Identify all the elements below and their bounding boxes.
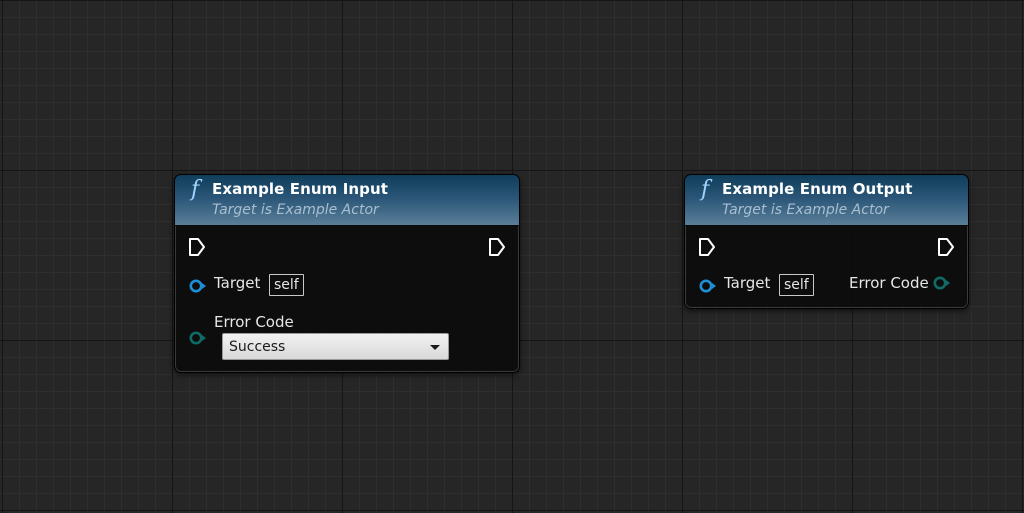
error-code-enum-pin-icon[interactable] xyxy=(189,331,207,345)
node-subtitle: Target is Example Actor xyxy=(212,202,379,218)
target-default-value[interactable]: self xyxy=(779,274,814,296)
node-header[interactable]: f Example Enum Input Target is Example A… xyxy=(175,175,519,226)
node-example-enum-input[interactable]: f Example Enum Input Target is Example A… xyxy=(174,174,520,373)
error-code-pin-label: Error Code xyxy=(849,274,929,292)
error-code-selected-value: Success xyxy=(229,339,286,355)
error-code-enum-output-pin-icon[interactable] xyxy=(933,276,951,290)
node-subtitle: Target is Example Actor xyxy=(722,202,889,218)
target-pin-label: Target xyxy=(724,274,771,292)
function-icon: f xyxy=(701,177,710,202)
function-icon: f xyxy=(191,177,200,202)
target-object-pin-icon[interactable] xyxy=(189,279,207,293)
chevron-down-icon xyxy=(430,345,440,350)
exec-output-pin-icon[interactable] xyxy=(936,237,956,257)
exec-input-pin-icon[interactable] xyxy=(697,237,717,257)
target-default-value[interactable]: self xyxy=(269,274,304,296)
error-code-dropdown[interactable]: Success xyxy=(222,333,449,360)
error-code-pin-label: Error Code xyxy=(214,313,294,331)
target-object-pin-icon[interactable] xyxy=(699,279,717,293)
target-pin-label: Target xyxy=(214,274,261,292)
node-example-enum-output[interactable]: f Example Enum Output Target is Example … xyxy=(684,174,969,309)
exec-input-pin-icon[interactable] xyxy=(187,237,207,257)
exec-output-pin-icon[interactable] xyxy=(487,237,507,257)
node-header[interactable]: f Example Enum Output Target is Example … xyxy=(685,175,968,226)
node-title: Example Enum Input xyxy=(212,180,389,198)
node-title: Example Enum Output xyxy=(722,180,913,198)
